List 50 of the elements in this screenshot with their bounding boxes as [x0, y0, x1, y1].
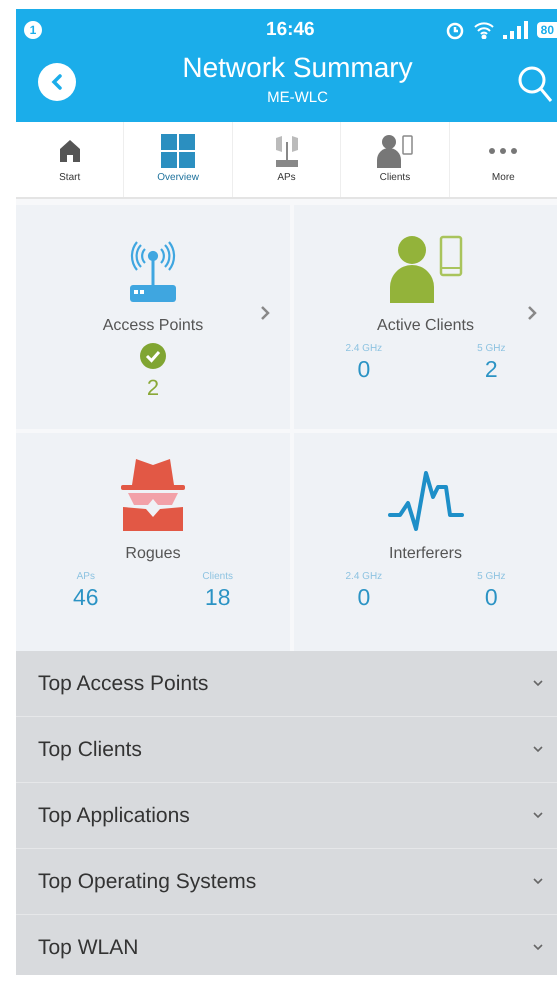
person-phone-icon: [376, 134, 413, 168]
stat-value: 0: [357, 356, 370, 383]
waveform-icon: [388, 469, 464, 531]
chevron-down-icon: [533, 746, 543, 753]
nav-tab[interactable]: More: [450, 122, 557, 197]
card-title: Active Clients: [377, 317, 474, 335]
chevron-left-icon: [50, 73, 64, 91]
nav-tab[interactable]: APs: [232, 122, 342, 197]
chevron-down-icon: [533, 878, 543, 885]
stat-label: APs: [76, 571, 95, 582]
stat-value: 0: [357, 584, 370, 611]
summary-card[interactable]: Access Points 2: [16, 205, 290, 429]
stat-value: 18: [204, 584, 230, 611]
grid-icon: [161, 134, 196, 168]
nav-tab[interactable]: Start: [16, 122, 124, 197]
home-icon: [58, 139, 81, 163]
card-title: Access Points: [102, 317, 204, 335]
nav-tab[interactable]: Overview: [124, 122, 233, 197]
page-title: Network Summary: [181, 51, 413, 85]
notification-badge: 1: [24, 21, 42, 39]
search-icon[interactable]: [517, 65, 553, 103]
more-icon: [488, 147, 518, 155]
wifi-icon: [472, 21, 495, 39]
alarm-icon: [444, 20, 465, 40]
stat-label: 2.4 GHz: [346, 571, 382, 582]
battery-level: 80: [536, 22, 557, 38]
check-circle-icon: [140, 343, 166, 369]
person-phone-icon: [388, 233, 464, 303]
stat-value: 46: [73, 584, 99, 611]
stat-label: 5 GHz: [477, 343, 506, 354]
stat-label: 2.4 GHz: [346, 343, 382, 354]
spy-icon: [120, 457, 186, 531]
signal-icon: [502, 21, 529, 39]
stat-value: 2: [484, 356, 498, 383]
chevron-down-icon: [533, 812, 543, 819]
nav-tab[interactable]: Clients: [341, 122, 450, 197]
card-title: Rogues: [125, 545, 181, 563]
chevron-down-icon: [533, 680, 543, 687]
chevron-down-icon: [533, 944, 543, 951]
back-button[interactable]: [38, 63, 76, 101]
stat-value: 0: [484, 584, 498, 611]
card-title: Interferers: [389, 545, 462, 563]
summary-card[interactable]: Active Clients 2.4 GHz 0 5 GHz 2: [294, 205, 557, 429]
count-value: 2: [146, 375, 160, 401]
summary-card[interactable]: Rogues APs 46 Clients 18: [16, 433, 290, 651]
stat-label: 5 GHz: [477, 571, 506, 582]
controller-name: ME-WLC: [266, 89, 328, 106]
summary-card[interactable]: Interferers 2.4 GHz 0 5 GHz 0: [294, 433, 557, 651]
clock-time: 16:46: [266, 19, 315, 41]
stat-label: Clients: [202, 571, 233, 582]
